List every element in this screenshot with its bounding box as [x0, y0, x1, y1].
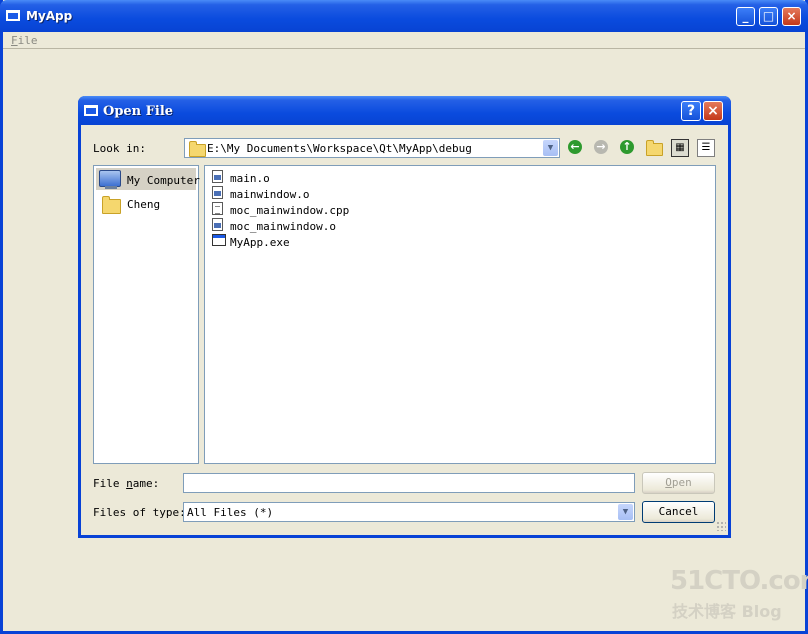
- file-name: mainwindow.o: [230, 188, 310, 201]
- file-name: main.o: [230, 172, 270, 185]
- text-file-icon: [212, 202, 223, 215]
- folder-icon: [189, 141, 206, 157]
- app-window-icon: [6, 10, 20, 21]
- menu-file[interactable]: File: [11, 34, 38, 47]
- dialog-window-icon: [84, 105, 98, 116]
- file-name: moc_mainwindow.cpp: [230, 204, 350, 217]
- watermark-subtitle: 技术博客 Blog: [672, 602, 782, 621]
- file-name-label: File name:: [93, 477, 160, 490]
- list-item[interactable]: MyApp.exe: [210, 233, 410, 249]
- look-in-combo[interactable]: E:\My Documents\Workspace\Qt\MyApp\debug…: [184, 138, 560, 158]
- up-arrow-icon[interactable]: ↑: [620, 140, 634, 154]
- back-arrow-icon[interactable]: ←: [568, 140, 582, 154]
- executable-icon: [212, 234, 226, 246]
- main-titlebar[interactable]: MyApp _ □ ×: [0, 0, 808, 32]
- sidebar-item-my-computer[interactable]: My Computer: [96, 168, 200, 190]
- resize-grip-icon[interactable]: [716, 521, 726, 531]
- list-item[interactable]: main.o: [210, 169, 410, 185]
- open-button[interactable]: Open: [642, 472, 715, 494]
- files-of-type-label: Files of type:: [93, 506, 186, 519]
- file-name: MyApp.exe: [230, 236, 290, 249]
- sidebar-item-label: Cheng: [127, 198, 161, 211]
- dialog-title: Open File: [103, 104, 174, 119]
- dialog-close-button[interactable]: ×: [703, 101, 723, 121]
- file-name: moc_mainwindow.o: [230, 220, 336, 233]
- look-in-label: Look in:: [93, 142, 146, 155]
- file-list[interactable]: main.o mainwindow.o moc_mainwindow.cpp m…: [204, 165, 716, 464]
- menubar: File: [3, 32, 805, 49]
- files-of-type-combo[interactable]: All Files (*) ▼: [183, 502, 635, 522]
- dialog-titlebar[interactable]: Open File ? ×: [78, 96, 731, 125]
- file-name-input[interactable]: [183, 473, 635, 493]
- object-file-icon: [212, 170, 223, 183]
- object-file-icon: [212, 186, 223, 199]
- minimize-button[interactable]: _: [736, 7, 755, 26]
- sidebar-item-cheng[interactable]: Cheng: [96, 192, 196, 214]
- list-item[interactable]: moc_mainwindow.cpp: [210, 201, 410, 217]
- forward-arrow-icon[interactable]: →: [594, 140, 608, 154]
- app-title: MyApp: [26, 9, 73, 23]
- object-file-icon: [212, 218, 223, 231]
- watermark-logo: 51CTO.com: [670, 566, 808, 596]
- look-in-path: E:\My Documents\Workspace\Qt\MyApp\debug: [207, 142, 472, 155]
- chevron-down-icon[interactable]: ▼: [618, 504, 633, 520]
- list-view-icon[interactable]: ▦: [671, 139, 689, 157]
- help-button[interactable]: ?: [681, 101, 701, 121]
- list-item[interactable]: moc_mainwindow.o: [210, 217, 410, 233]
- close-button[interactable]: ×: [782, 7, 801, 26]
- list-item[interactable]: mainwindow.o: [210, 185, 410, 201]
- maximize-button[interactable]: □: [759, 7, 778, 26]
- files-of-type-value: All Files (*): [187, 506, 274, 519]
- cancel-button[interactable]: Cancel: [642, 501, 715, 523]
- sidebar-item-label: My Computer: [127, 174, 200, 187]
- folder-icon: [102, 196, 121, 214]
- computer-icon: [99, 170, 121, 189]
- new-folder-icon[interactable]: [646, 140, 663, 156]
- detail-view-icon[interactable]: ☰: [697, 139, 715, 157]
- chevron-down-icon[interactable]: ▼: [543, 140, 558, 156]
- sidebar: My Computer Cheng: [93, 165, 200, 464]
